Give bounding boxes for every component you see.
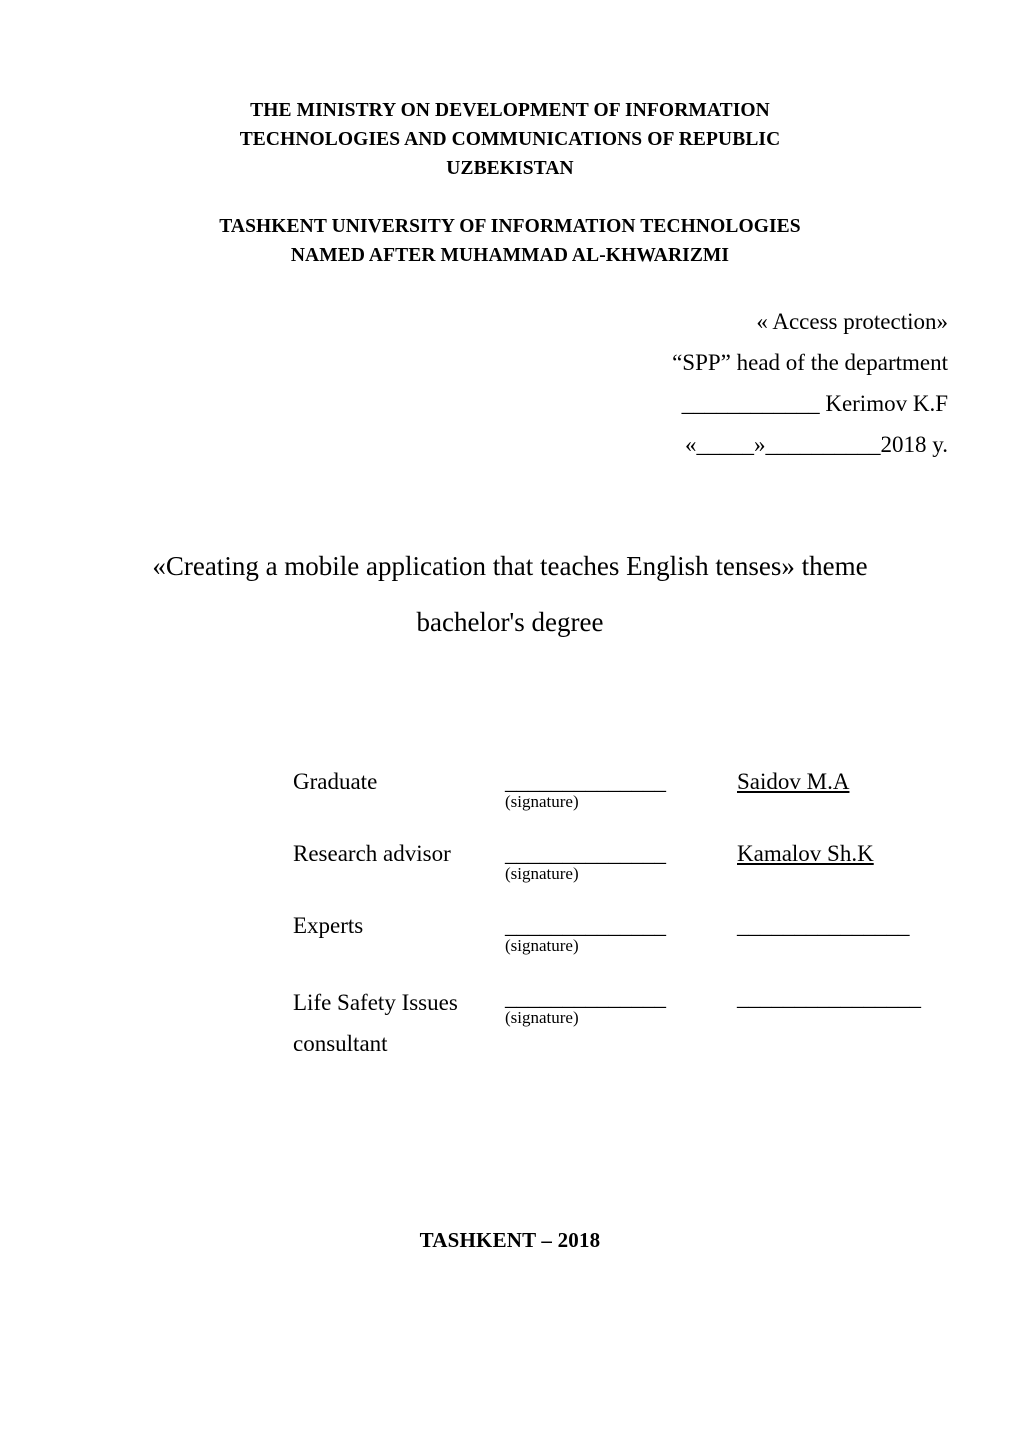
title-page: THE MINISTRY ON DEVELOPMENT OF INFORMATI… [0,0,1020,1442]
signature-role-label: Experts [293,913,364,938]
signature-blank-cell: ______________ (signature) [505,766,737,812]
signature-name-cell: Kamalov Sh.K [737,838,933,884]
signature-role-label: Graduate [293,769,378,794]
signature-name-cell: Saidov M.A [737,766,933,812]
signature-name-cell: ________________ [737,982,933,1064]
row-spacer [293,812,933,838]
ministry-line-2: TECHNOLOGIES AND COMMUNICATIONS OF REPUB… [239,129,781,150]
university-line-1: TASHKENT UNIVERSITY OF INFORMATION TECHN… [219,216,801,237]
signature-role-cell: Experts [293,910,505,956]
approval-signature-line: ____________ Kerimov K.F [681,391,948,416]
signature-role-cell: Graduate [293,766,505,812]
signature-role-cell: Life Safety Issues consultant [293,982,505,1064]
signature-name-blank: _______________ [737,913,910,938]
university-line-2: NAMED AFTER MUHAMMAD AL-KHWARIZMI [290,245,730,266]
signature-blank-cell: ______________ (signature) [505,838,737,884]
row-spacer [293,884,933,910]
approval-department-name: « Access protection» [756,309,948,334]
signature-role-cell: Research advisor [293,838,505,884]
ministry-line-1: THE MINISTRY ON DEVELOPMENT OF INFORMATI… [250,100,770,121]
ministry-line-3: UZBEKISTAN [446,158,574,179]
ministry-heading: THE MINISTRY ON DEVELOPMENT OF INFORMATI… [150,96,870,183]
signature-role-label-second-line: consultant [293,1031,388,1056]
signature-name-cell: _______________ [737,910,933,956]
table-row: Graduate ______________ (signature) Said… [293,766,933,812]
signature-table: Graduate ______________ (signature) Said… [293,766,933,1064]
signature-role-label: Research advisor [293,841,451,866]
signature-blank-cell: ______________ (signature) [505,982,737,1064]
university-heading: TASHKENT UNIVERSITY OF INFORMATION TECHN… [150,212,870,270]
footer-city-year: TASHKENT – 2018 [419,1228,601,1252]
signature-name-blank: ________________ [737,985,921,1010]
signature-name: Kamalov Sh.K [737,841,874,866]
table-row: Research advisor ______________ (signatu… [293,838,933,884]
page-title: «Creating a mobile application that teac… [152,551,868,637]
signature-blank-cell: ______________ (signature) [505,910,737,956]
approval-head-of-department: “SPP” head of the department [672,350,948,375]
approval-date-line: «_____»__________2018 y. [684,432,948,457]
approval-block: « Access protection» “SPP” head of the d… [428,301,948,465]
row-spacer [293,956,933,982]
signature-name: Saidov M.A [737,769,850,794]
table-row: Life Safety Issues consultant __________… [293,982,933,1064]
table-row: Experts ______________ (signature) _____… [293,910,933,956]
signature-role-label: Life Safety Issues [293,990,458,1015]
